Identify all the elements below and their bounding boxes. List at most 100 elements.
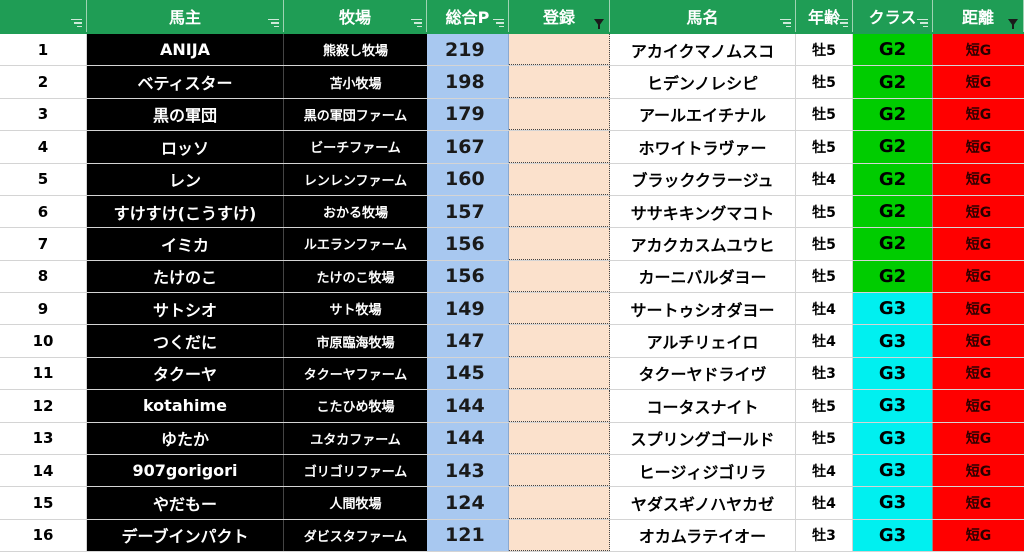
- owner-cell[interactable]: ロッソ: [87, 131, 284, 163]
- row-number-cell[interactable]: 11: [0, 357, 87, 390]
- row-number-cell[interactable]: 7: [0, 228, 87, 260]
- row-number-cell[interactable]: 5: [0, 163, 87, 195]
- age-cell[interactable]: 牡5: [796, 195, 853, 228]
- distance-cell[interactable]: 短G: [933, 260, 1024, 292]
- row-number-cell[interactable]: 13: [0, 422, 87, 454]
- class-cell[interactable]: G2: [853, 66, 933, 98]
- horse-name-cell[interactable]: タクーヤドライヴ: [610, 357, 796, 390]
- horse-name-cell[interactable]: サートゥシオダヨー: [610, 293, 796, 325]
- horse-name-cell[interactable]: アルチリェイロ: [610, 325, 796, 357]
- farm-cell[interactable]: たけのこ牧場: [284, 260, 427, 292]
- distance-cell[interactable]: 短G: [933, 519, 1024, 551]
- points-cell[interactable]: 179: [427, 98, 509, 131]
- owner-cell[interactable]: すけすけ(こうすけ): [87, 195, 284, 228]
- filter-button-icon[interactable]: [493, 19, 504, 27]
- owner-cell[interactable]: レン: [87, 163, 284, 195]
- points-cell[interactable]: 144: [427, 422, 509, 454]
- row-number-cell[interactable]: 15: [0, 487, 87, 519]
- header-cell-distance[interactable]: 距離: [933, 0, 1024, 32]
- filter-button-icon[interactable]: [268, 19, 279, 27]
- class-cell[interactable]: G2: [853, 228, 933, 260]
- distance-cell[interactable]: 短G: [933, 34, 1024, 66]
- row-number-cell[interactable]: 1: [0, 34, 87, 66]
- distance-cell[interactable]: 短G: [933, 228, 1024, 260]
- register-cell[interactable]: [509, 293, 610, 325]
- age-cell[interactable]: 牡5: [796, 34, 853, 66]
- distance-cell[interactable]: 短G: [933, 454, 1024, 487]
- owner-cell[interactable]: やだもー: [87, 487, 284, 519]
- class-cell[interactable]: G3: [853, 454, 933, 487]
- age-cell[interactable]: 牡5: [796, 390, 853, 422]
- horse-name-cell[interactable]: ササキキングマコト: [610, 195, 796, 228]
- owner-cell[interactable]: タクーヤ: [87, 357, 284, 390]
- register-cell[interactable]: [509, 98, 610, 131]
- class-cell[interactable]: G3: [853, 519, 933, 551]
- horse-name-cell[interactable]: カーニバルダヨー: [610, 260, 796, 292]
- age-cell[interactable]: 牡4: [796, 163, 853, 195]
- age-cell[interactable]: 牡5: [796, 66, 853, 98]
- horse-name-cell[interactable]: アカクカスムユウヒ: [610, 228, 796, 260]
- owner-cell[interactable]: 907gorigori: [87, 454, 284, 487]
- register-cell[interactable]: [509, 195, 610, 228]
- age-cell[interactable]: 牡5: [796, 422, 853, 454]
- distance-cell[interactable]: 短G: [933, 325, 1024, 357]
- farm-cell[interactable]: 市原臨海牧場: [284, 325, 427, 357]
- points-cell[interactable]: 145: [427, 357, 509, 390]
- filter-button-icon[interactable]: [917, 19, 928, 27]
- horse-name-cell[interactable]: ブラッククラージュ: [610, 163, 796, 195]
- register-cell[interactable]: [509, 34, 610, 66]
- filter-button-icon[interactable]: [411, 19, 422, 27]
- distance-cell[interactable]: 短G: [933, 390, 1024, 422]
- farm-cell[interactable]: 黒の軍団ファーム: [284, 98, 427, 131]
- header-cell-age[interactable]: 年齢: [796, 0, 853, 32]
- age-cell[interactable]: 牡4: [796, 487, 853, 519]
- points-cell[interactable]: 149: [427, 293, 509, 325]
- horse-name-cell[interactable]: アールエイチナル: [610, 98, 796, 131]
- points-cell[interactable]: 156: [427, 260, 509, 292]
- horse-name-cell[interactable]: ヒデンノレシピ: [610, 66, 796, 98]
- row-number-cell[interactable]: 2: [0, 66, 87, 98]
- class-cell[interactable]: G3: [853, 422, 933, 454]
- farm-cell[interactable]: ルエランファーム: [284, 228, 427, 260]
- row-number-cell[interactable]: 16: [0, 519, 87, 551]
- distance-cell[interactable]: 短G: [933, 195, 1024, 228]
- farm-cell[interactable]: ダビスタファーム: [284, 519, 427, 551]
- horse-name-cell[interactable]: アカイクマノムスコ: [610, 34, 796, 66]
- class-cell[interactable]: G2: [853, 195, 933, 228]
- header-cell-rownum[interactable]: [0, 0, 87, 32]
- owner-cell[interactable]: イミカ: [87, 228, 284, 260]
- register-cell[interactable]: [509, 66, 610, 98]
- owner-cell[interactable]: サトシオ: [87, 293, 284, 325]
- farm-cell[interactable]: こたひめ牧場: [284, 390, 427, 422]
- points-cell[interactable]: 219: [427, 34, 509, 66]
- points-cell[interactable]: 124: [427, 487, 509, 519]
- register-cell[interactable]: [509, 325, 610, 357]
- age-cell[interactable]: 牡5: [796, 131, 853, 163]
- farm-cell[interactable]: サト牧場: [284, 293, 427, 325]
- points-cell[interactable]: 144: [427, 390, 509, 422]
- class-cell[interactable]: G2: [853, 34, 933, 66]
- class-cell[interactable]: G3: [853, 293, 933, 325]
- row-number-cell[interactable]: 12: [0, 390, 87, 422]
- owner-cell[interactable]: デーブインパクト: [87, 519, 284, 551]
- row-number-cell[interactable]: 6: [0, 195, 87, 228]
- points-cell[interactable]: 147: [427, 325, 509, 357]
- filter-active-funnel-icon[interactable]: [594, 19, 604, 29]
- filter-button-icon[interactable]: [837, 19, 848, 27]
- register-cell[interactable]: [509, 454, 610, 487]
- class-cell[interactable]: G3: [853, 390, 933, 422]
- row-number-cell[interactable]: 3: [0, 98, 87, 131]
- points-cell[interactable]: 156: [427, 228, 509, 260]
- points-cell[interactable]: 121: [427, 519, 509, 551]
- register-cell[interactable]: [509, 131, 610, 163]
- row-number-cell[interactable]: 10: [0, 325, 87, 357]
- class-cell[interactable]: G2: [853, 163, 933, 195]
- horse-name-cell[interactable]: コータスナイト: [610, 390, 796, 422]
- age-cell[interactable]: 牡4: [796, 454, 853, 487]
- class-cell[interactable]: G2: [853, 131, 933, 163]
- horse-name-cell[interactable]: ホワイトラヴァー: [610, 131, 796, 163]
- age-cell[interactable]: 牡4: [796, 325, 853, 357]
- distance-cell[interactable]: 短G: [933, 66, 1024, 98]
- owner-cell[interactable]: ANIJA: [87, 34, 284, 66]
- age-cell[interactable]: 牡3: [796, 357, 853, 390]
